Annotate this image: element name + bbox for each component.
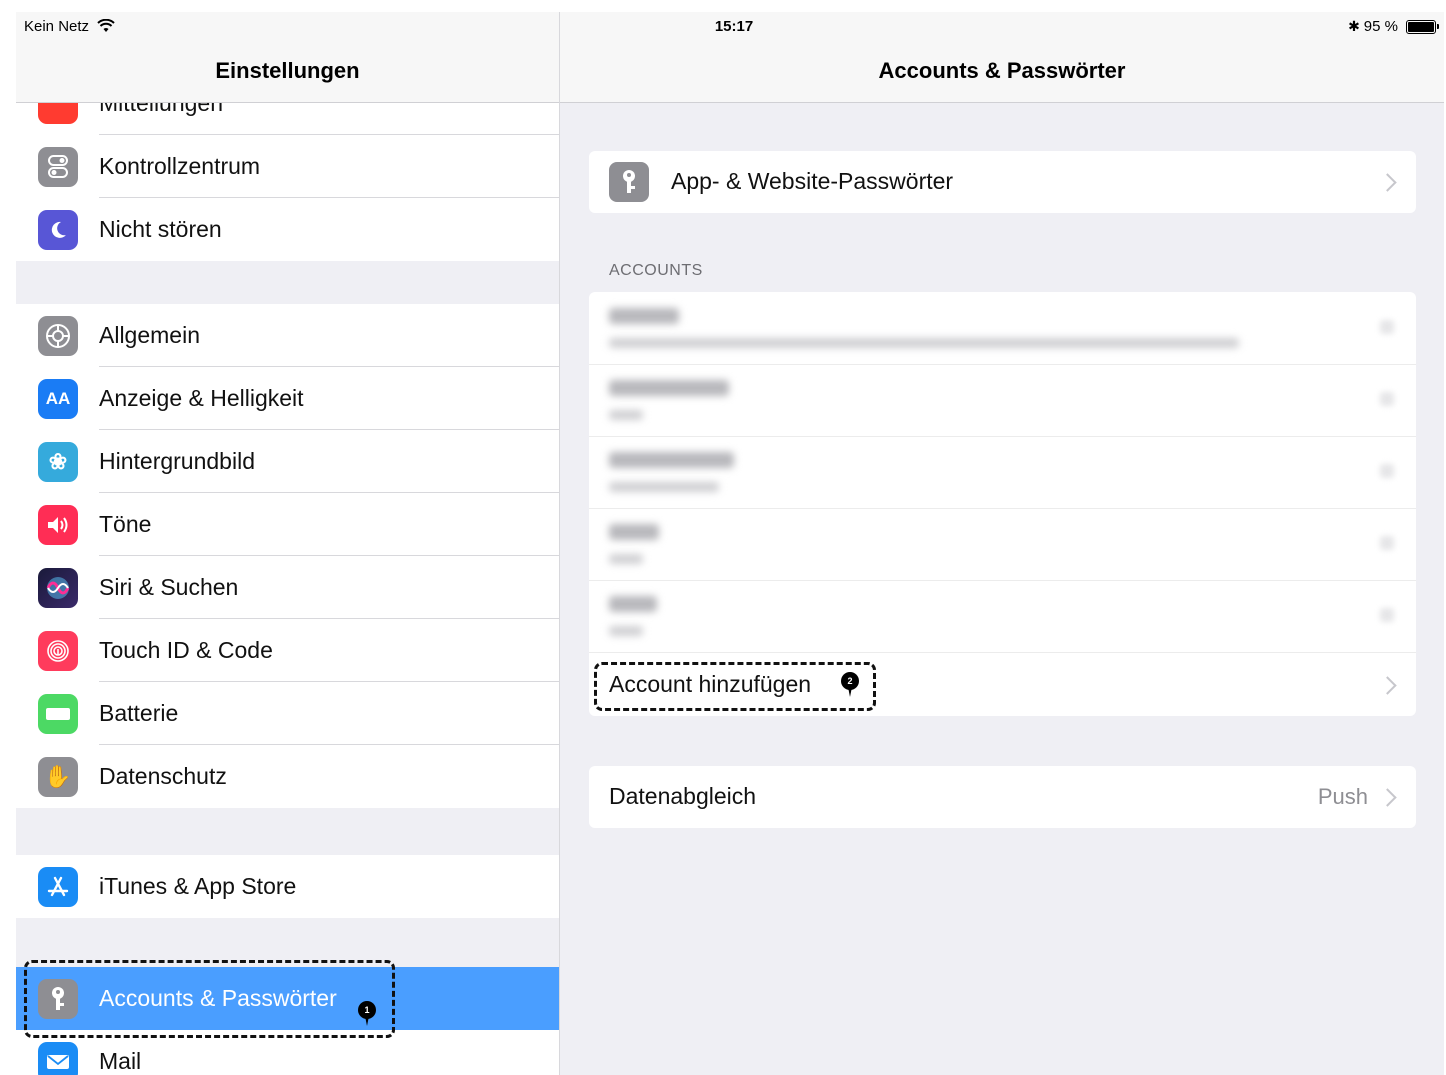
callout-highlight-add-account bbox=[594, 662, 876, 711]
battery-status: ✱ 95 % bbox=[1348, 18, 1439, 35]
fingerprint-icon bbox=[38, 631, 78, 671]
battery-icon bbox=[38, 694, 78, 734]
settings-group-general: Allgemein AA Anzeige & Helligkeit ❀ Hint… bbox=[16, 304, 559, 808]
chevron-right-icon bbox=[1378, 788, 1397, 807]
sync-value: Push bbox=[1317, 784, 1368, 809]
sidebar-title: Einstellungen bbox=[215, 58, 360, 83]
clock: 15:17 bbox=[714, 18, 754, 35]
moon-icon bbox=[38, 210, 78, 250]
sidebar-item-label: Töne bbox=[99, 511, 152, 537]
wallpaper-icon: ❀ bbox=[38, 442, 78, 482]
sidebar-item-datenschutz[interactable]: ✋ Datenschutz bbox=[16, 745, 559, 808]
sidebar-item-label: Mail bbox=[99, 1048, 142, 1074]
sidebar-item-label: Hintergrundbild bbox=[99, 448, 255, 474]
sidebar-item-siri[interactable]: Siri & Suchen bbox=[16, 556, 559, 619]
sidebar-item-label: Batterie bbox=[99, 700, 179, 726]
bluetooth-icon: ✱ bbox=[1348, 18, 1360, 34]
account-row-blurred[interactable] bbox=[589, 292, 1416, 365]
callout-highlight-accounts bbox=[24, 960, 395, 1038]
sidebar-item-anzeige[interactable]: AA Anzeige & Helligkeit bbox=[16, 367, 559, 430]
sidebar-item-hintergrundbild[interactable]: ❀ Hintergrundbild bbox=[16, 430, 559, 493]
speaker-icon bbox=[38, 505, 78, 545]
sidebar-item-label: Nicht stören bbox=[99, 216, 222, 242]
passwords-row[interactable]: App- & Website-Passwörter bbox=[589, 151, 1416, 213]
chevron-right-icon bbox=[1378, 676, 1397, 695]
page-title: Accounts & Passwörter bbox=[878, 58, 1126, 83]
sidebar-item-label: Siri & Suchen bbox=[99, 574, 239, 600]
ipad-screen: Kein Netz 15:17 ✱ 95 % Mitteilungen Kont… bbox=[16, 12, 1444, 1075]
battery-percent: 95 % bbox=[1363, 18, 1398, 35]
sidebar-item-label: Datenschutz bbox=[99, 763, 227, 789]
settings-group-store: iTunes & App Store bbox=[16, 855, 559, 918]
detail-pane: Accounts & Passwörter App- & Website-Pas… bbox=[560, 12, 1444, 1075]
app-store-icon bbox=[38, 867, 78, 907]
sidebar-item-label: Touch ID & Code bbox=[99, 637, 273, 663]
account-row-blurred[interactable] bbox=[589, 364, 1416, 437]
sidebar-item-allgemein[interactable]: Allgemein bbox=[16, 304, 559, 367]
callout-marker-1: 1 bbox=[358, 1001, 376, 1026]
battery-icon bbox=[1406, 19, 1439, 34]
sidebar-item-label: Kontrollzentrum bbox=[99, 153, 261, 179]
sidebar-item-label: iTunes & App Store bbox=[99, 873, 297, 899]
display-icon: AA bbox=[38, 379, 78, 419]
hand-icon: ✋ bbox=[38, 757, 78, 797]
settings-sidebar: Mitteilungen Kontrollzentrum Nicht störe… bbox=[16, 12, 560, 1075]
mail-icon bbox=[38, 1042, 78, 1075]
callout-marker-2: 2 bbox=[841, 672, 859, 697]
sync-label: Datenabgleich bbox=[609, 783, 757, 809]
sidebar-item-kontrollzentrum[interactable]: Kontrollzentrum bbox=[16, 135, 559, 198]
sidebar-item-label: Allgemein bbox=[99, 322, 200, 348]
control-center-icon bbox=[38, 147, 78, 187]
passwords-label: App- & Website-Passwörter bbox=[671, 168, 954, 194]
gear-icon bbox=[38, 316, 78, 356]
account-row-blurred[interactable] bbox=[589, 508, 1416, 581]
accounts-section-header: ACCOUNTS bbox=[609, 262, 703, 279]
siri-icon bbox=[38, 568, 78, 608]
sync-row[interactable]: Datenabgleich Push bbox=[589, 766, 1416, 828]
account-row-blurred[interactable] bbox=[589, 580, 1416, 653]
chevron-right-icon bbox=[1378, 173, 1397, 192]
sidebar-item-batterie[interactable]: Batterie bbox=[16, 682, 559, 745]
key-icon bbox=[609, 162, 649, 202]
sidebar-item-itunes[interactable]: iTunes & App Store bbox=[16, 855, 559, 918]
accounts-list: Account hinzufügen bbox=[589, 292, 1416, 716]
account-row-blurred[interactable] bbox=[589, 436, 1416, 509]
sidebar-item-touch-id[interactable]: Touch ID & Code bbox=[16, 619, 559, 682]
sidebar-item-label: Anzeige & Helligkeit bbox=[99, 385, 304, 411]
sidebar-item-nicht-stoeren[interactable]: Nicht stören bbox=[16, 198, 559, 261]
status-bar: Kein Netz 15:17 ✱ 95 % bbox=[16, 12, 1444, 42]
sidebar-item-toene[interactable]: Töne bbox=[16, 493, 559, 556]
